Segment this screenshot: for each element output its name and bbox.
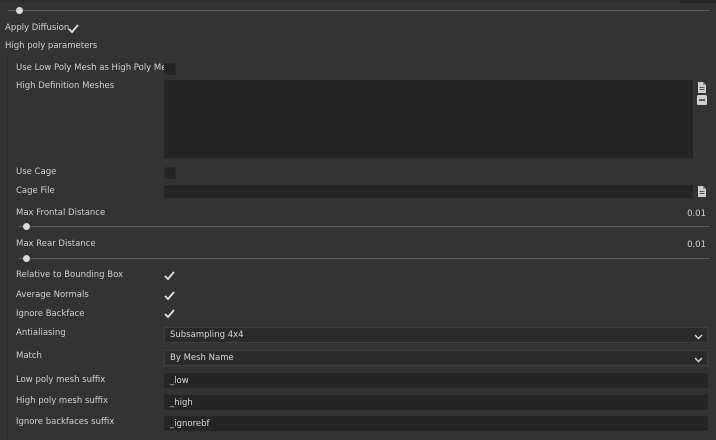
average-normals-label: Average Normals [16, 290, 89, 300]
antialiasing-select-value: Subsampling 4x4 [170, 330, 244, 340]
use-cage-checkbox[interactable] [164, 167, 176, 179]
max-rear-distance-label: Max Rear Distance [16, 239, 96, 249]
antialiasing-label: Antialiasing [16, 328, 66, 338]
section-indent-line [7, 57, 8, 440]
cage-file-input[interactable] [164, 185, 693, 198]
file-icon[interactable] [697, 82, 707, 96]
section-title: High poly parameters [5, 41, 98, 51]
diffusion-slider-thumb[interactable] [16, 7, 23, 14]
ignore-bf-suffix-label: Ignore backfaces suffix [16, 417, 115, 427]
apply-diffusion-checkbox[interactable] [68, 24, 79, 34]
max-frontal-distance-label: Max Frontal Distance [16, 208, 106, 218]
hd-meshes-label: High Definition Meshes [16, 81, 115, 91]
relative-bbox-label: Relative to Bounding Box [16, 270, 124, 280]
low-suffix-label: Low poly mesh suffix [16, 375, 106, 385]
ignore-bf-suffix-input[interactable]: _ignorebf [164, 416, 708, 431]
apply-diffusion-label: Apply Diffusion [5, 23, 70, 33]
high-suffix-label: High poly mesh suffix [16, 396, 109, 406]
match-select-value: By Mesh Name [170, 353, 234, 363]
max-frontal-slider-thumb[interactable] [23, 223, 30, 230]
max-frontal-slider-track[interactable] [18, 226, 710, 227]
average-normals-checkbox[interactable] [164, 291, 175, 301]
match-select[interactable]: By Mesh Name [164, 350, 708, 366]
file-icon[interactable] [697, 186, 707, 200]
top-value-box [680, 0, 716, 3]
max-frontal-distance-value[interactable]: 0.01 [666, 208, 706, 220]
use-low-poly-as-high-checkbox[interactable] [164, 63, 176, 75]
ignore-backface-label: Ignore Backface [16, 309, 85, 319]
low-suffix-input[interactable]: _low [164, 373, 708, 388]
cage-file-label: Cage File [16, 186, 55, 196]
max-rear-distance-value[interactable]: 0.01 [666, 239, 706, 251]
use-cage-label: Use Cage [16, 167, 57, 177]
minus-icon[interactable] [697, 95, 707, 108]
chevron-down-icon [694, 331, 703, 345]
check-icon [164, 271, 175, 281]
ignore-backface-checkbox[interactable] [164, 309, 175, 319]
hd-meshes-list[interactable] [164, 80, 693, 158]
relative-bbox-checkbox[interactable] [164, 271, 175, 281]
chevron-down-icon [694, 354, 703, 368]
diffusion-slider-track[interactable] [8, 10, 710, 11]
antialiasing-select[interactable]: Subsampling 4x4 [164, 327, 708, 343]
top-edge-strip [0, 0, 716, 3]
max-rear-slider-track[interactable] [18, 258, 710, 259]
max-rear-slider-thumb[interactable] [23, 255, 30, 262]
check-icon [164, 291, 175, 301]
high-suffix-input[interactable]: _high [164, 395, 708, 410]
match-label: Match [16, 351, 42, 361]
check-icon [164, 309, 175, 319]
use-low-poly-as-high-label: Use Low Poly Mesh as High Poly Mesh [16, 63, 177, 73]
check-icon [68, 24, 79, 34]
